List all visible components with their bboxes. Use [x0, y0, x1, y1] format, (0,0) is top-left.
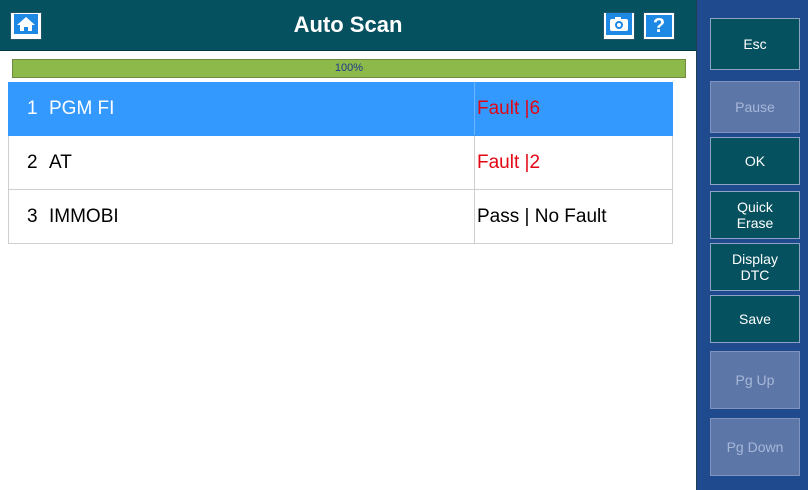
- row-number: 3: [27, 205, 38, 227]
- quick-erase-label-line2: Erase: [736, 215, 774, 231]
- system-name-cell: 3 IMMOBI: [9, 190, 475, 243]
- system-name: AT: [49, 151, 72, 173]
- system-status: Pass | No Fault: [477, 205, 607, 227]
- scan-progress-bar: 100%: [12, 59, 686, 78]
- table-row[interactable]: 1 PGM FI Fault |6: [8, 82, 673, 136]
- quick-erase-label-line1: Quick: [737, 199, 773, 215]
- table-row[interactable]: 3 IMMOBI Pass | No Fault: [8, 190, 673, 244]
- row-number: 2: [27, 151, 38, 173]
- save-button-label: Save: [739, 311, 771, 327]
- esc-button[interactable]: Esc: [710, 18, 800, 70]
- title-bar: Auto Scan ?: [0, 0, 696, 51]
- page-up-button[interactable]: Pg Up: [710, 351, 800, 409]
- display-dtc-label-line1: Display: [732, 251, 778, 267]
- main-panel: Auto Scan ? 100% 1 PGM FI Fault |6 2 AT …: [0, 0, 697, 490]
- display-dtc-label-line2: DTC: [740, 267, 770, 283]
- camera-icon: [606, 12, 632, 40]
- scan-results-table: 1 PGM FI Fault |6 2 AT Fault |2 3 IMMOBI…: [8, 82, 673, 244]
- action-sidebar: Esc Pause OK Quick Erase Display DTC Sav…: [697, 0, 808, 490]
- system-name: IMMOBI: [49, 205, 119, 227]
- page-down-label: Pg Down: [726, 439, 784, 455]
- pause-button-label: Pause: [735, 99, 775, 115]
- esc-button-label: Esc: [743, 36, 767, 52]
- system-status: Fault |6: [477, 97, 541, 119]
- display-dtc-button[interactable]: Display DTC: [710, 243, 800, 291]
- row-number: 1: [27, 97, 38, 119]
- help-icon: ?: [646, 15, 672, 37]
- save-button[interactable]: Save: [710, 295, 800, 343]
- system-status: Fault |2: [477, 151, 541, 173]
- page-down-button[interactable]: Pg Down: [710, 418, 800, 476]
- table-row[interactable]: 2 AT Fault |2: [8, 136, 673, 190]
- screenshot-button[interactable]: [603, 12, 635, 40]
- quick-erase-button[interactable]: Quick Erase: [710, 191, 800, 239]
- page-title: Auto Scan: [293, 12, 403, 37]
- system-name-cell: 2 AT: [9, 136, 475, 189]
- page-up-label: Pg Up: [735, 372, 775, 388]
- help-button[interactable]: ?: [643, 12, 675, 40]
- auto-scan-screen: Auto Scan ? 100% 1 PGM FI Fault |6 2 AT …: [0, 0, 808, 490]
- system-name-cell: 1 PGM FI: [9, 82, 475, 135]
- system-name: PGM FI: [49, 97, 115, 119]
- ok-button-label: OK: [744, 153, 766, 169]
- pause-button[interactable]: Pause: [710, 81, 800, 133]
- progress-label: 100%: [334, 62, 364, 74]
- ok-button[interactable]: OK: [710, 137, 800, 185]
